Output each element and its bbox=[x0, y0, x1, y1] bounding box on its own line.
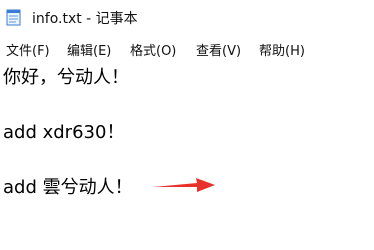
menu-format[interactable]: 格式(O) bbox=[130, 40, 176, 59]
menu-view[interactable]: 查看(V) bbox=[196, 40, 241, 59]
editor-line: add 雲兮动人！ bbox=[3, 177, 133, 198]
menu-file[interactable]: 文件(F) bbox=[6, 40, 50, 59]
menu-help[interactable]: 帮助(H) bbox=[259, 40, 305, 59]
notepad-icon bbox=[6, 8, 22, 26]
editor-line: add xdr630！ bbox=[3, 122, 125, 143]
editor-line: 你好，兮动人！ bbox=[3, 67, 129, 88]
text-editor[interactable]: 你好，兮动人！ add xdr630！ add 雲兮动人！ bbox=[0, 60, 374, 250]
title-bar: info.txt - 记事本 bbox=[0, 0, 374, 34]
red-arrow-icon bbox=[153, 177, 217, 195]
menu-bar: 文件(F) 编辑(E) 格式(O) 查看(V) 帮助(H) bbox=[0, 38, 374, 60]
menu-edit[interactable]: 编辑(E) bbox=[67, 40, 111, 59]
window-title: info.txt - 记事本 bbox=[32, 11, 138, 27]
